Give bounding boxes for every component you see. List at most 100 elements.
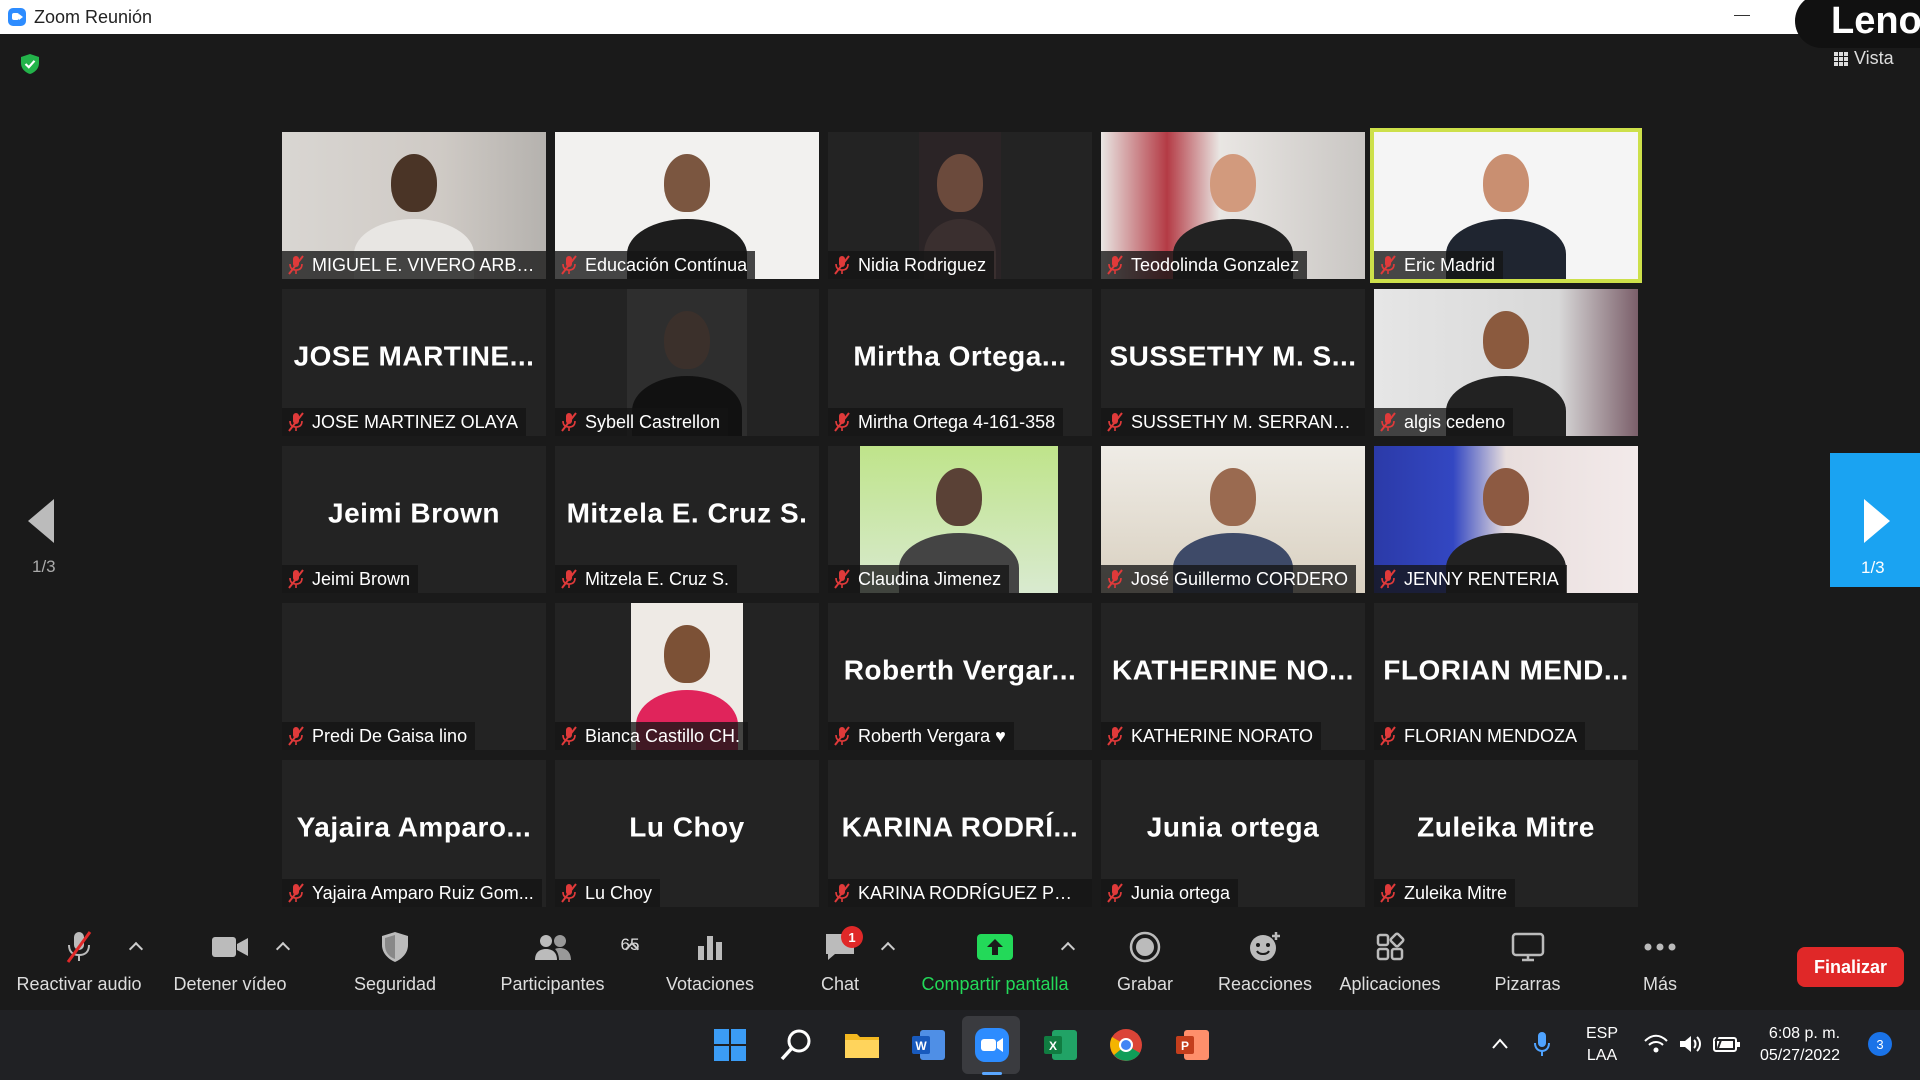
- input-language[interactable]: ESP LAA: [1586, 1023, 1618, 1067]
- battery-icon[interactable]: [1712, 1032, 1742, 1056]
- participant-tile[interactable]: Bianca Castillo CH.: [555, 603, 819, 750]
- excel-icon[interactable]: X: [1040, 1025, 1080, 1065]
- participant-name: Zuleika Mitre: [1404, 882, 1508, 903]
- muted-mic-icon: [1107, 255, 1123, 275]
- participant-name: FLORIAN MENDOZA: [1404, 725, 1578, 746]
- participant-display-name: Jeimi Brown: [328, 497, 500, 529]
- muted-mic-icon: [561, 255, 577, 275]
- participant-name-label: KARINA RODRÍGUEZ PEÑ...: [828, 879, 1092, 907]
- participant-tile[interactable]: Mitzela E. Cruz S. Mitzela E. Cruz S.: [555, 446, 819, 593]
- muted-mic-icon: [1107, 726, 1123, 746]
- unmute-button[interactable]: Reactivar audio: [14, 922, 144, 1010]
- minimize-button[interactable]: [1734, 15, 1750, 16]
- participant-name: Yajaira Amparo Ruiz Gom...: [312, 882, 534, 903]
- participant-name-label: Lu Choy: [555, 879, 661, 907]
- participant-tile[interactable]: Lu Choy Lu Choy: [555, 760, 819, 907]
- grid-icon: [1834, 51, 1848, 66]
- apps-button[interactable]: Aplicaciones: [1335, 922, 1445, 1010]
- muted-mic-icon: [561, 412, 577, 432]
- participant-tile[interactable]: FLORIAN MEND... FLORIAN MENDOZA: [1374, 603, 1638, 750]
- volume-icon[interactable]: [1677, 1032, 1703, 1056]
- wifi-icon[interactable]: [1643, 1032, 1669, 1056]
- participant-tile[interactable]: Junia ortega Junia ortega: [1101, 760, 1365, 907]
- participant-tile[interactable]: KATHERINE NO... KATHERINE NORATO: [1101, 603, 1365, 750]
- more-button[interactable]: Más: [1625, 922, 1695, 1010]
- participant-tile[interactable]: Eric Madrid: [1370, 128, 1642, 283]
- polls-button[interactable]: Votaciones: [655, 922, 765, 1010]
- participant-name-label: Mirtha Ortega 4-161-358: [828, 408, 1064, 436]
- chevron-up-icon[interactable]: [1490, 1034, 1510, 1054]
- chrome-icon[interactable]: [1106, 1025, 1146, 1065]
- next-page-indicator: 1/3: [1861, 558, 1885, 577]
- powerpoint-icon[interactable]: P: [1172, 1025, 1212, 1065]
- participant-tile[interactable]: Predi De Gaisa lino: [282, 603, 546, 750]
- next-page-button[interactable]: 1/3: [1830, 453, 1920, 587]
- participant-name: KATHERINE NORATO: [1131, 725, 1314, 746]
- participant-name-label: MIGUEL E. VIVERO ARBO...: [282, 251, 546, 279]
- participants-button[interactable]: 65 Participantes: [490, 922, 639, 1010]
- active-app-indicator: [982, 1072, 1002, 1075]
- muted-mic-icon: [834, 412, 850, 432]
- svg-text:W: W: [915, 1039, 927, 1053]
- clock[interactable]: 6:08 p. m. 05/27/2022: [1760, 1023, 1840, 1067]
- participant-tile[interactable]: Educación Contínua: [555, 132, 819, 279]
- participant-name: Nidia Rodriguez: [858, 254, 987, 275]
- muted-mic-icon: [1380, 412, 1396, 432]
- more-dots-icon: [1644, 943, 1676, 951]
- encryption-shield-icon[interactable]: [18, 52, 42, 76]
- record-button[interactable]: Grabar: [1105, 922, 1185, 1010]
- participant-tile[interactable]: JOSE MARTINE... JOSE MARTINEZ OLAYA: [282, 289, 546, 436]
- view-button[interactable]: Vista: [1834, 48, 1894, 69]
- participant-tile[interactable]: Nidia Rodriguez: [828, 132, 1092, 279]
- whiteboards-button[interactable]: Pizarras: [1480, 922, 1575, 1010]
- participant-tile[interactable]: KARINA RODRÍ... KARINA RODRÍGUEZ PEÑ...: [828, 760, 1092, 907]
- participant-tile[interactable]: José Guillermo CORDERO: [1101, 446, 1365, 593]
- chat-badge: 1: [841, 926, 863, 948]
- participant-tile[interactable]: MIGUEL E. VIVERO ARBO...: [282, 132, 546, 279]
- muted-mic-icon: [1380, 569, 1396, 589]
- windows-start-icon[interactable]: [710, 1025, 750, 1065]
- participant-name-label: Junia ortega: [1101, 879, 1239, 907]
- windows-taskbar: W X P: [0, 1010, 1920, 1080]
- notifications-badge[interactable]: 3: [1868, 1032, 1892, 1056]
- participant-tile[interactable]: Roberth Vergar... Roberth Vergara ♥: [828, 603, 1092, 750]
- reactions-button[interactable]: Reacciones: [1215, 922, 1315, 1010]
- chat-options-caret[interactable]: [880, 941, 896, 957]
- share-screen-button[interactable]: Compartir pantalla: [910, 922, 1080, 1010]
- participant-tile[interactable]: SUSSETHY M. S... SUSSETHY M. SERRANO J.: [1101, 289, 1365, 436]
- participant-tile[interactable]: Teodolinda Gonzalez: [1101, 132, 1365, 279]
- chevron-right-icon: [1864, 499, 1890, 543]
- participant-display-name: Roberth Vergar...: [843, 654, 1077, 686]
- participant-tile[interactable]: algis cedeno: [1374, 289, 1638, 436]
- participant-name: JOSE MARTINEZ OLAYA: [312, 411, 519, 432]
- participant-tile[interactable]: Sybell Castrellon: [555, 289, 819, 436]
- lang-primary: ESP: [1586, 1025, 1619, 1042]
- participant-tile[interactable]: Jeimi Brown Jeimi Brown: [282, 446, 546, 593]
- file-explorer-icon[interactable]: [842, 1025, 882, 1065]
- participant-display-name: Mitzela E. Cruz S.: [566, 497, 808, 529]
- participant-tile[interactable]: Zuleika Mitre Zuleika Mitre: [1374, 760, 1638, 907]
- word-icon[interactable]: W: [908, 1025, 948, 1065]
- search-icon[interactable]: [776, 1025, 816, 1065]
- participant-name: SUSSETHY M. SERRANO J.: [1131, 411, 1357, 432]
- end-meeting-button[interactable]: Finalizar: [1797, 947, 1904, 987]
- participant-tile[interactable]: Mirtha Ortega... Mirtha Ortega 4-161-358: [828, 289, 1092, 436]
- participant-display-name: Mirtha Ortega...: [853, 340, 1067, 372]
- stop-video-button[interactable]: Detener vídeo: [160, 922, 300, 1010]
- zoom-taskbar-icon[interactable]: [972, 1025, 1012, 1065]
- participant-tile[interactable]: Claudina Jimenez: [828, 446, 1092, 593]
- participant-name: Mitzela E. Cruz S.: [585, 568, 730, 589]
- participant-tile[interactable]: Yajaira Amparo... Yajaira Amparo Ruiz Gom…: [282, 760, 546, 907]
- muted-mic-icon: [288, 883, 304, 903]
- zoom-logo-icon: [8, 8, 26, 26]
- muted-mic-icon: [1107, 412, 1123, 432]
- meeting-toolbar: Reactivar audio Detener vídeo Seguridad …: [0, 922, 1920, 1010]
- participant-name-label: José Guillermo CORDERO: [1101, 565, 1357, 593]
- prev-page-button[interactable]: 1/3: [20, 495, 70, 585]
- chat-button[interactable]: 1 Chat: [800, 922, 880, 1010]
- microphone-icon[interactable]: [1532, 1030, 1552, 1058]
- security-button[interactable]: Seguridad: [340, 922, 450, 1010]
- participant-tile[interactable]: JENNY RENTERIA: [1374, 446, 1638, 593]
- participant-name-label: Eric Madrid: [1374, 251, 1504, 279]
- participant-name-label: SUSSETHY M. SERRANO J.: [1101, 408, 1365, 436]
